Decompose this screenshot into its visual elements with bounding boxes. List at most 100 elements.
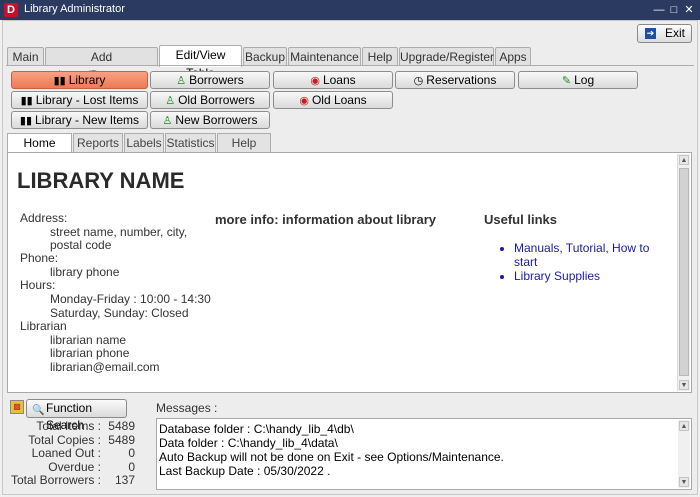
books-icon: ▮▮ (19, 115, 33, 127)
close-button[interactable]: ✕ (681, 2, 697, 18)
messages-label: Messages : (156, 401, 218, 415)
useful-links-list: Manuals, Tutorial, How to start Library … (500, 241, 664, 283)
tab-home-page[interactable]: Home Page (7, 133, 72, 168)
librarian-label: Librarian (20, 319, 67, 333)
tab-edit-view-table[interactable]: Edit/View Table (159, 45, 242, 80)
address-line-2: postal code (50, 238, 112, 252)
app-icon: D (4, 3, 18, 17)
tab-maintenance[interactable]: Maintenance (288, 47, 361, 66)
old-borrowers-button-label: Old Borrowers (178, 93, 255, 107)
overdue-value: 0 (128, 459, 135, 474)
overdue-label: Overdue : (48, 459, 101, 474)
library-button[interactable]: ▮▮ Library (11, 71, 148, 89)
loaned-out-value: 0 (128, 446, 135, 460)
scroll-thumb[interactable] (679, 168, 689, 376)
messages-box[interactable]: Database folder : C:\handy_lib_4\db\ Dat… (156, 418, 692, 490)
section-buttons-panel: ▮▮ Library ♙ Borrowers ◉ Loans ◷ Reservation… (6, 65, 694, 134)
loans-button-label: Loans (322, 73, 356, 87)
librarian-email: librarian@email.com (50, 360, 160, 374)
message-line: Auto Backup will not be done on Exit - s… (159, 450, 504, 464)
person-walking-icon: ♙ (176, 75, 187, 87)
scroll-up-icon[interactable]: ▲ (679, 155, 689, 165)
loans-button[interactable]: ◉ Loans (273, 71, 393, 89)
link-manuals[interactable]: Manuals, Tutorial, How to start (514, 241, 664, 269)
message-line: Data folder : C:\handy_lib_4\data\ (159, 436, 338, 450)
phone-label: Phone: (20, 251, 59, 265)
total-borrowers-value: 137 (114, 473, 135, 487)
options-icon[interactable]: ▩ (10, 400, 24, 414)
tab-statistics[interactable]: Statistics (165, 133, 216, 152)
hand-icon: ◉ (310, 75, 320, 87)
exit-icon: ➔ (645, 28, 656, 39)
old-loans-button[interactable]: ◉ Old Loans (273, 91, 393, 109)
tab-backup[interactable]: Backup (243, 47, 287, 66)
tab-apps[interactable]: Apps (495, 47, 531, 66)
old-borrowers-button[interactable]: ♙ Old Borrowers (150, 91, 270, 109)
total-items-value: 5489 (108, 419, 135, 433)
total-items-label: Total Items : (36, 419, 101, 433)
tab-help-links[interactable]: Help Links (217, 133, 271, 168)
new-borrowers-button-label: New Borrowers (175, 113, 258, 127)
message-line: Database folder : C:\handy_lib_4\db\ (159, 422, 354, 436)
old-loans-button-label: Old Loans (311, 93, 367, 107)
hand-icon: ◉ (299, 95, 309, 107)
statistics-summary: Total Items : 5489 Total Copies : 5489 Loa… (7, 419, 155, 490)
hours-line-1: Monday-Friday : 10:00 - 14:30 (50, 292, 211, 306)
total-borrowers-label: Total Borrowers : (10, 473, 101, 487)
clock-icon: ◷ (413, 75, 424, 87)
tab-labels[interactable]: Labels (124, 133, 164, 152)
tab-main[interactable]: Main (7, 47, 44, 66)
log-icon: ✎ (561, 75, 572, 87)
content-scrollbar[interactable]: ▲ ▼ (677, 154, 690, 391)
librarian-phone: librarian phone (50, 346, 130, 360)
reservations-button-label: Reservations (426, 73, 497, 87)
title-bar: D Library Administrator — □ ✕ (0, 0, 700, 20)
new-borrowers-button[interactable]: ♙ New Borrowers (150, 111, 270, 129)
scroll-up-icon[interactable]: ▲ (679, 421, 689, 431)
minimize-button[interactable]: — (651, 2, 667, 18)
reservations-button[interactable]: ◷ Reservations (395, 71, 515, 89)
exit-label: Exit (665, 26, 686, 40)
library-name: LIBRARY NAME (17, 168, 185, 193)
books-icon: ▮▮ (20, 95, 33, 107)
new-items-button-label: Library - New Items (35, 113, 140, 127)
tab-add-items-borrowers[interactable]: Add Items/Borrowers (45, 47, 158, 82)
scroll-down-icon[interactable]: ▼ (679, 380, 689, 390)
more-info-heading: more info: information about library (215, 212, 437, 227)
search-icon: 🔍 (32, 405, 45, 416)
address-label: Address: (20, 211, 68, 225)
tab-upgrade-register[interactable]: Upgrade/Register (399, 47, 494, 66)
person-walking-icon: ♙ (162, 115, 173, 127)
link-library-supplies[interactable]: Library Supplies (514, 269, 664, 283)
librarian-name: librarian name (50, 333, 127, 347)
loaned-out-label: Loaned Out : (31, 446, 101, 460)
useful-links-heading: Useful links (484, 212, 557, 227)
hours-label: Hours: (20, 278, 56, 292)
scroll-down-icon[interactable]: ▼ (679, 477, 689, 487)
borrowers-button[interactable]: ♙ Borrowers (150, 71, 270, 89)
library-button-label: Library (68, 73, 106, 87)
message-line: Last Backup Date : 05/30/2022 . (159, 464, 331, 478)
lost-items-button-label: Library - Lost Items (35, 93, 139, 107)
tab-help[interactable]: Help (362, 47, 398, 66)
log-button[interactable]: ✎ Log (518, 71, 638, 89)
lost-items-button[interactable]: ▮▮ Library - Lost Items (11, 91, 148, 109)
messages-scrollbar[interactable]: ▲ ▼ (678, 420, 690, 488)
hours-line-2: Saturday, Sunday: Closed (50, 306, 189, 320)
function-search-button[interactable]: 🔍 Function Search (26, 399, 127, 432)
total-copies-label: Total Copies : (28, 432, 101, 447)
phone-value: library phone (50, 265, 120, 279)
exit-button[interactable]: ➔ Exit (637, 24, 692, 43)
borrowers-button-label: Borrowers (189, 73, 244, 87)
maximize-button[interactable]: □ (666, 2, 682, 18)
person-walking-icon: ♙ (165, 95, 176, 107)
log-button-label: Log (574, 73, 595, 87)
window-title: Library Administrator (24, 3, 125, 15)
total-copies-value: 5489 (108, 432, 135, 447)
address-line-1: street name, number, city, (50, 225, 188, 239)
home-page-panel: LIBRARY NAME Address: street name, numbe… (7, 152, 692, 393)
new-items-button[interactable]: ▮▮ Library - New Items (11, 111, 148, 129)
tab-reports[interactable]: Reports (73, 133, 123, 152)
status-area: ▩ 🔍 Function Search Messages : Total Ite… (7, 395, 692, 492)
books-icon: ▮▮ (53, 75, 66, 87)
